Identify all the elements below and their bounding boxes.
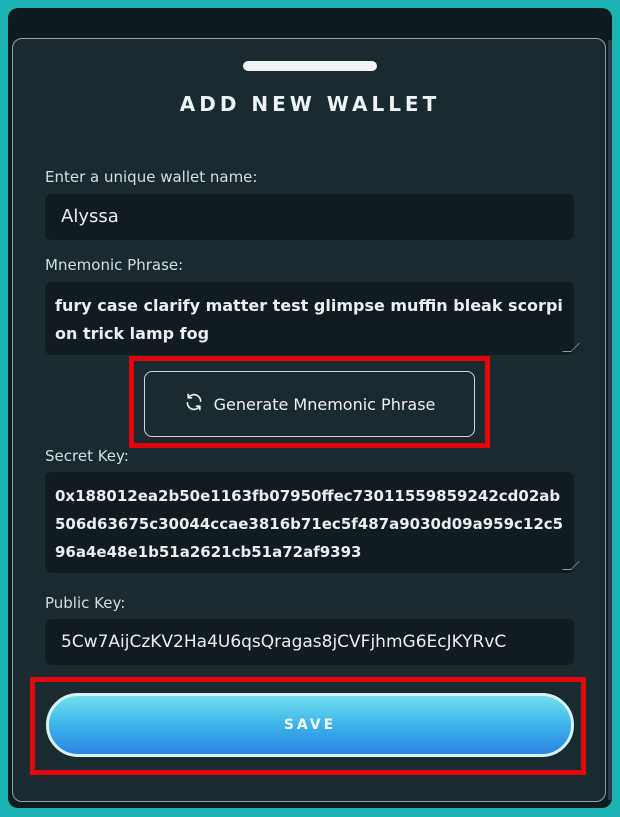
- modal-title: ADD NEW WALLET: [179, 92, 441, 116]
- secret-key-textarea[interactable]: 0x188012ea2b50e1163fb07950ffec7301155985…: [45, 472, 580, 573]
- public-key-label: Public Key:: [45, 594, 126, 612]
- mnemonic-label: Mnemonic Phrase:: [45, 256, 184, 274]
- mnemonic-text: fury case clarify matter test glimpse mu…: [55, 296, 563, 343]
- wallet-name-input[interactable]: Alyssa: [45, 194, 574, 240]
- drag-handle[interactable]: [243, 61, 377, 71]
- refresh-icon: [184, 392, 204, 416]
- mnemonic-textarea[interactable]: fury case clarify matter test glimpse mu…: [45, 282, 580, 355]
- secret-key-label: Secret Key:: [45, 447, 129, 465]
- generate-mnemonic-label: Generate Mnemonic Phrase: [213, 394, 436, 414]
- save-button[interactable]: SAVE: [46, 693, 574, 757]
- wallet-name-label: Enter a unique wallet name:: [45, 168, 258, 186]
- generate-mnemonic-button[interactable]: Generate Mnemonic Phrase: [144, 371, 475, 437]
- resize-grip-icon[interactable]: [562, 343, 580, 352]
- secret-key-text: 0x188012ea2b50e1163fb07950ffec7301155985…: [55, 487, 564, 561]
- resize-grip-icon[interactable]: [562, 561, 580, 570]
- public-key-input[interactable]: 5Cw7AijCzKV2Ha4U6qsQragas8jCVFjhmG6EcJKY…: [45, 619, 574, 665]
- add-wallet-modal: ADD NEW WALLET Enter a unique wallet nam…: [12, 38, 606, 802]
- background-scrollbar: [608, 40, 612, 800]
